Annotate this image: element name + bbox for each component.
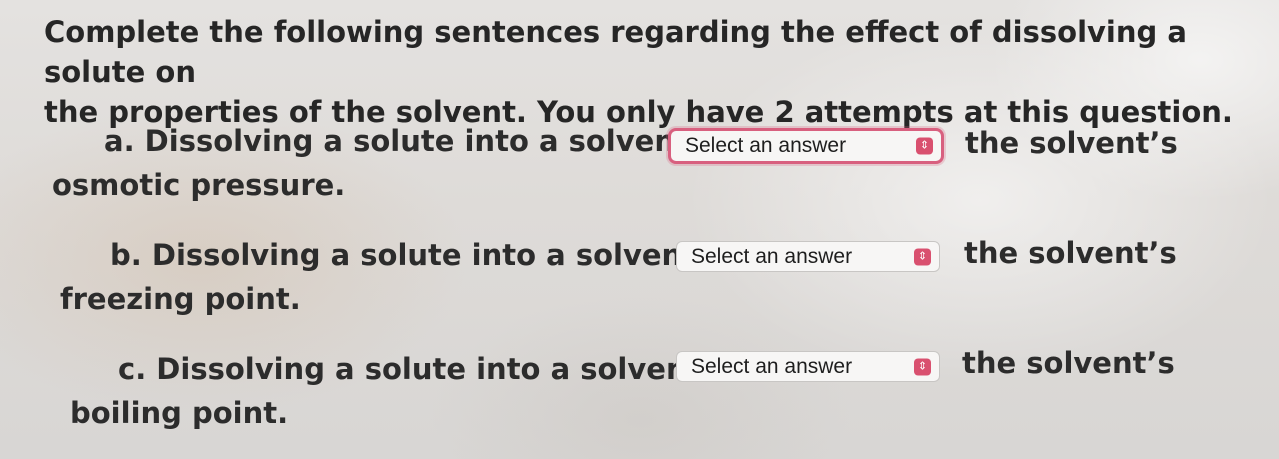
up-down-chevron-icon: ⇕ (916, 137, 933, 155)
item-c-suffix: the solvent’s (962, 346, 1175, 380)
item-b-continuation: freezing point. (60, 282, 301, 316)
up-down-chevron-icon: ⇕ (914, 248, 931, 265)
item-a-suffix: the solvent’s (965, 126, 1178, 160)
item-a-continuation: osmotic pressure. (52, 168, 346, 202)
question-prompt: Complete the following sentences regardi… (44, 12, 1264, 132)
item-c-continuation: boiling point. (70, 396, 289, 430)
item-a-prefix: a. Dissolving a solute into a solvent (104, 124, 689, 158)
item-c-select-value: Select an answer (691, 354, 853, 378)
item-a-select-value: Select an answer (685, 134, 847, 157)
item-c-prefix: c. Dissolving a solute into a solvent (118, 352, 701, 386)
question-line-1: Complete the following sentences regardi… (44, 15, 1187, 89)
item-b-select-value: Select an answer (691, 244, 853, 268)
item-b-prefix: b. Dissolving a solute into a solvent (110, 238, 697, 272)
item-a-select[interactable]: Select an answer ⇕ (668, 128, 944, 164)
item-c-select[interactable]: Select an answer ⇕ (676, 351, 940, 382)
item-b-select[interactable]: Select an answer ⇕ (676, 241, 940, 272)
item-b-suffix: the solvent’s (964, 236, 1177, 270)
up-down-chevron-icon: ⇕ (914, 358, 931, 375)
